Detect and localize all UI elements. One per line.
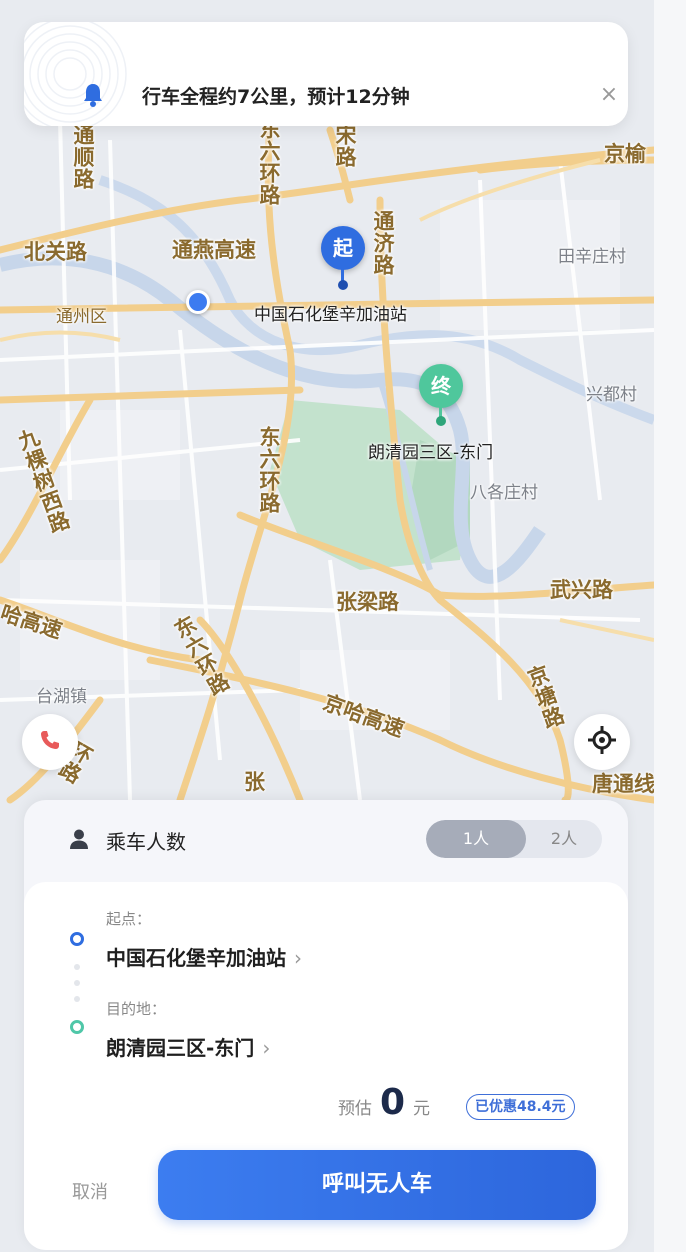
route-connector-dot bbox=[74, 996, 80, 1002]
area-label-xingdu: 兴都村 bbox=[586, 385, 637, 405]
passenger-option-2[interactable]: 2人 bbox=[526, 820, 602, 858]
road-label-jingyu: 京榆 bbox=[604, 142, 646, 166]
road-label-tongji: 通济路 bbox=[371, 210, 395, 276]
area-label-tongzhou: 通州区 bbox=[56, 307, 107, 327]
bell-icon bbox=[82, 82, 104, 108]
road-label-dongliu-top: 东六环路 bbox=[257, 118, 281, 206]
chevron-right-icon: › bbox=[262, 1036, 271, 1060]
end-pin-dot bbox=[436, 416, 446, 426]
origin-dot-icon bbox=[70, 932, 84, 946]
road-label-dongliu-mid: 东六环路 bbox=[257, 426, 281, 514]
destination-label: 目的地： bbox=[106, 1000, 167, 1018]
route-card: 起点： 中国石化堡辛加油站 › 目的地： 朗清园三区-东门 › 预估 0 元 已优惠… bbox=[24, 882, 628, 1250]
origin-value: 中国石化堡辛加油站 bbox=[106, 946, 286, 970]
road-label-zhangliang: 张梁路 bbox=[336, 590, 399, 614]
call-driverless-car-button[interactable]: 呼叫无人车 bbox=[158, 1150, 596, 1220]
chevron-right-icon: › bbox=[294, 946, 302, 970]
passenger-row: 乘车人数 1人 2人 bbox=[24, 800, 628, 884]
area-label-taihu: 台湖镇 bbox=[36, 687, 87, 707]
fare-estimate: 预估 0 元 bbox=[338, 1082, 430, 1126]
passenger-count-label: 乘车人数 bbox=[106, 830, 186, 854]
passenger-option-1[interactable]: 1人 bbox=[426, 820, 526, 858]
origin-label: 起点： bbox=[106, 910, 152, 928]
area-label-tianxin: 田辛庄村 bbox=[558, 247, 626, 267]
crosshair-icon bbox=[587, 725, 617, 759]
trip-info-text: 行车全程约7公里，预计12分钟 bbox=[142, 86, 410, 108]
fare-value: 0 bbox=[379, 1082, 405, 1123]
area-label-bage: 八各庄村 bbox=[470, 483, 538, 503]
close-icon[interactable]: × bbox=[598, 84, 620, 106]
end-pin[interactable]: 终 bbox=[419, 364, 463, 408]
road-label-zhang: 张 bbox=[244, 770, 265, 794]
cancel-button[interactable]: 取消 bbox=[72, 1178, 108, 1204]
app: 通顺路 东六环路 宋路 京榆 通济路 北关路 通燕高速 九棵树西路 东六环路 张… bbox=[0, 0, 686, 1252]
locate-button[interactable] bbox=[574, 714, 630, 770]
origin-field[interactable]: 中国石化堡辛加油站 › bbox=[106, 942, 302, 971]
fare-unit: 元 bbox=[413, 1099, 430, 1119]
road-label-beiguan: 北关路 bbox=[24, 240, 87, 264]
road-label-tangtong: 唐通线 bbox=[592, 772, 654, 796]
trip-info-banner: 行车全程约7公里，预计12分钟 × bbox=[24, 22, 628, 126]
user-icon bbox=[68, 828, 90, 854]
destination-value: 朗清园三区-东门 bbox=[106, 1036, 255, 1060]
current-location-dot bbox=[186, 290, 210, 314]
start-poi-label: 中国石化堡辛加油站 bbox=[254, 305, 407, 325]
road-label-tongyan: 通燕高速 bbox=[172, 238, 256, 262]
route-connector-dot bbox=[74, 980, 80, 986]
destination-dot-icon bbox=[70, 1020, 84, 1034]
screen-edge bbox=[654, 0, 686, 1252]
road-label-song: 宋路 bbox=[333, 124, 357, 168]
start-pin[interactable]: 起 bbox=[321, 226, 365, 270]
destination-field[interactable]: 朗清园三区-东门 › bbox=[106, 1032, 270, 1061]
order-sheet: 乘车人数 1人 2人 起点： 中国石化堡辛加油站 › 目的地： 朗清园三区-东门 ›… bbox=[24, 800, 628, 1250]
fare-prefix: 预估 bbox=[337, 1099, 372, 1119]
road-label-wuxing: 武兴路 bbox=[550, 578, 613, 602]
road-label-tongshun: 通顺路 bbox=[71, 124, 95, 190]
phone-icon bbox=[38, 728, 62, 756]
start-pin-dot bbox=[338, 280, 348, 290]
route-connector-dot bbox=[74, 964, 80, 970]
end-poi-label: 朗清园三区-东门 bbox=[368, 443, 494, 463]
call-safety-button[interactable] bbox=[22, 714, 78, 770]
passenger-count-selector[interactable]: 1人 2人 bbox=[426, 820, 602, 858]
ripple-decoration bbox=[24, 22, 127, 126]
discount-badge[interactable]: 已优惠48.4元 bbox=[466, 1094, 575, 1120]
